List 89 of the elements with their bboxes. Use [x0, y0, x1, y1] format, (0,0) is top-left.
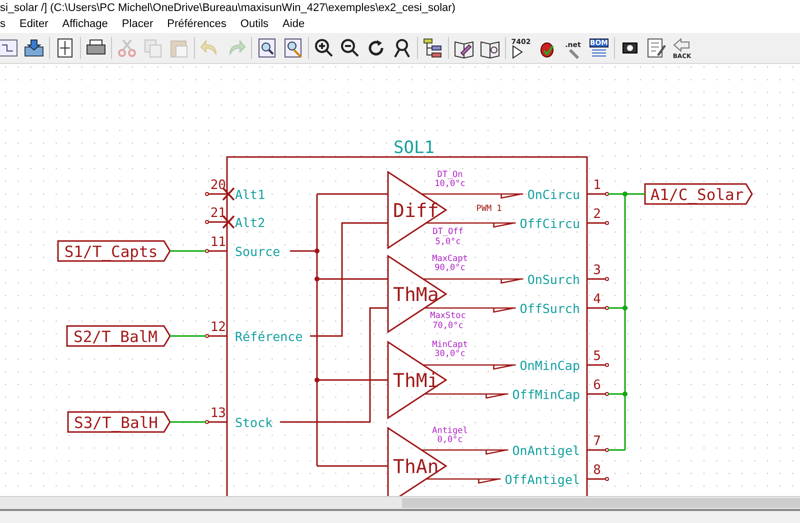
mode-label: PWM 1	[476, 204, 502, 214]
pin-name: OnCircu	[527, 187, 580, 202]
save-icon	[23, 37, 45, 59]
pin-name: Alt2	[235, 215, 266, 230]
pin-number: 8	[593, 463, 601, 478]
junction-dot	[314, 378, 320, 382]
junction-dot	[622, 306, 628, 310]
global-label: A1/C_Solar	[644, 183, 753, 205]
pin-number: 3	[593, 263, 601, 278]
pin-name: Stock	[235, 415, 273, 430]
pin-number: 12	[210, 320, 226, 335]
pin-number: 20	[210, 178, 226, 193]
junction-dot	[622, 392, 628, 396]
parameter-value: 10,0°c	[434, 179, 466, 189]
parameter-label: MaxCapt	[432, 254, 468, 264]
global-label: S2/T_BalM	[66, 325, 171, 347]
scissors-icon	[116, 37, 138, 59]
search-icon	[256, 37, 278, 59]
block-label: ThAn	[393, 456, 439, 478]
menu-item[interactable]: s	[0, 16, 12, 33]
pin-name: OffAntigel	[504, 472, 580, 487]
parameter-label: MinCapt	[432, 340, 468, 350]
wire	[170, 250, 206, 252]
pin-number: 11	[210, 235, 226, 250]
horizontal-scrollbar[interactable]	[0, 496, 800, 509]
global-label: S3/T_BalH	[67, 411, 171, 433]
scrollbar-thumb[interactable]	[402, 498, 800, 508]
junction-dot	[314, 248, 320, 254]
pin-name: Source	[235, 244, 280, 259]
pin-name: OnSurch	[527, 272, 580, 287]
junction-dot	[622, 192, 628, 196]
parameter-value: 70,0°c	[432, 321, 464, 331]
pin-name: Alt1	[235, 187, 266, 202]
pin-line	[587, 477, 609, 481]
menu-item[interactable]: Affichage	[55, 16, 115, 33]
notepad-icon	[645, 37, 667, 59]
parameter-value: 90,0°c	[434, 263, 466, 273]
pin-number: 6	[593, 378, 601, 393]
pin-line	[205, 420, 227, 424]
menu-item[interactable]: Outils	[233, 16, 276, 33]
pin-line	[587, 392, 609, 396]
parameter-label: DT_On	[437, 170, 463, 180]
menu-item[interactable]: Préférences	[160, 16, 234, 33]
parameter-label: Antigel	[432, 426, 468, 436]
pin-line	[587, 192, 609, 196]
parameter-value: 30,0°c	[434, 349, 466, 359]
pin-name: Référence	[235, 329, 303, 344]
junction-dot	[314, 276, 320, 282]
pin-number: 13	[210, 406, 226, 421]
pin-number: 1	[593, 178, 601, 193]
pin-number: 2	[593, 207, 601, 222]
tree-icon	[422, 37, 444, 59]
menu-item[interactable]: Editer	[12, 16, 56, 33]
pin-name: OffCircu	[520, 216, 580, 231]
wire	[170, 335, 206, 337]
wire	[170, 421, 206, 423]
pin-line	[205, 334, 227, 338]
pin-name: OffSurch	[520, 301, 580, 316]
pin-number: 21	[210, 206, 226, 221]
parameter-label: MaxStoc	[430, 311, 466, 321]
pin-number: 7	[593, 434, 601, 449]
global-label: S1/T_Capts	[57, 240, 171, 262]
parameter-value: 5,0°c	[435, 237, 461, 247]
pin-line	[205, 192, 227, 196]
block-label: ThMi	[393, 370, 439, 392]
zoom-in-icon	[313, 37, 335, 59]
block-label: ThMa	[393, 284, 439, 306]
copy-icon	[142, 37, 164, 59]
pin-line	[587, 277, 609, 281]
pin-line	[587, 221, 609, 225]
component-reference: SOL1	[394, 138, 434, 158]
menu-item[interactable]: Placer	[114, 16, 160, 33]
menu-item[interactable]: Aide	[276, 16, 312, 33]
pin-line	[587, 363, 609, 367]
schematic-icon	[0, 37, 19, 59]
block-label: Diff	[393, 200, 439, 222]
parameter-label: DT_Off	[432, 227, 464, 237]
pin-name: OffMinCap	[512, 387, 580, 402]
pin-name: OnMinCap	[520, 358, 580, 373]
pin-name: OnAntigel	[512, 443, 580, 458]
pin-line	[587, 448, 609, 452]
pin-number: 4	[593, 292, 601, 307]
pin-line	[205, 220, 227, 224]
search-icon	[282, 37, 304, 59]
pin-number: 5	[593, 349, 601, 364]
pin-line	[587, 306, 609, 310]
parameter-value: 0,0°c	[437, 435, 463, 445]
pin-line	[205, 249, 227, 253]
zoom-out-icon	[339, 37, 361, 59]
